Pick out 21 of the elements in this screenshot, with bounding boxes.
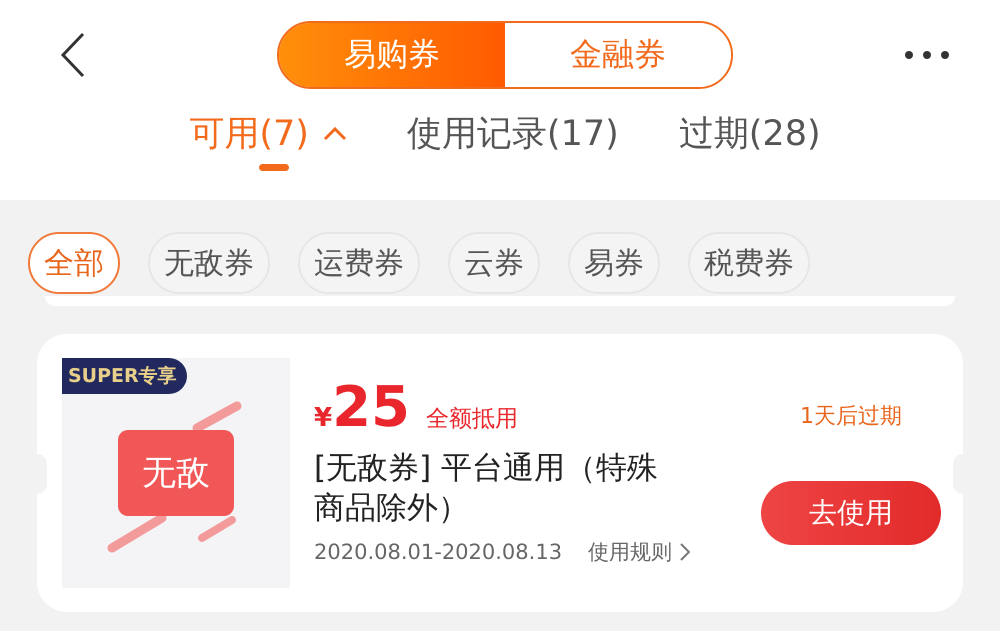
amount-note: 全额抵用 (426, 404, 518, 434)
filter-chip[interactable]: 云券 (448, 232, 540, 294)
validity-dates: 2020.08.01-2020.08.13 (314, 540, 562, 564)
caret-icon (322, 126, 347, 140)
filter-chip[interactable]: 无敌券 (148, 232, 270, 294)
filter-chip[interactable]: 税费券 (688, 232, 810, 294)
filter-chip[interactable]: 易券 (568, 232, 660, 294)
tab[interactable]: 使用记录(17) (406, 110, 619, 171)
use-button[interactable]: 去使用 (761, 481, 941, 545)
expiry-text: 1天后过期 (800, 403, 902, 431)
rules-link[interactable]: 使用规则 (588, 538, 690, 566)
currency-sign: ¥ (314, 402, 332, 433)
coupon-amount: 25 (332, 380, 410, 436)
coupon-title: [无敌券] 平台通用（特殊商品除外） (314, 448, 660, 528)
ticket-label: 无敌 (118, 430, 234, 516)
filter-chip[interactable]: 运费券 (298, 232, 420, 294)
chevron-icon (680, 543, 690, 562)
more-icon[interactable] (904, 50, 950, 60)
super-badge: SUPER专享 (62, 358, 187, 394)
back-icon[interactable] (60, 32, 86, 78)
tab[interactable]: 过期(28) (678, 110, 821, 171)
